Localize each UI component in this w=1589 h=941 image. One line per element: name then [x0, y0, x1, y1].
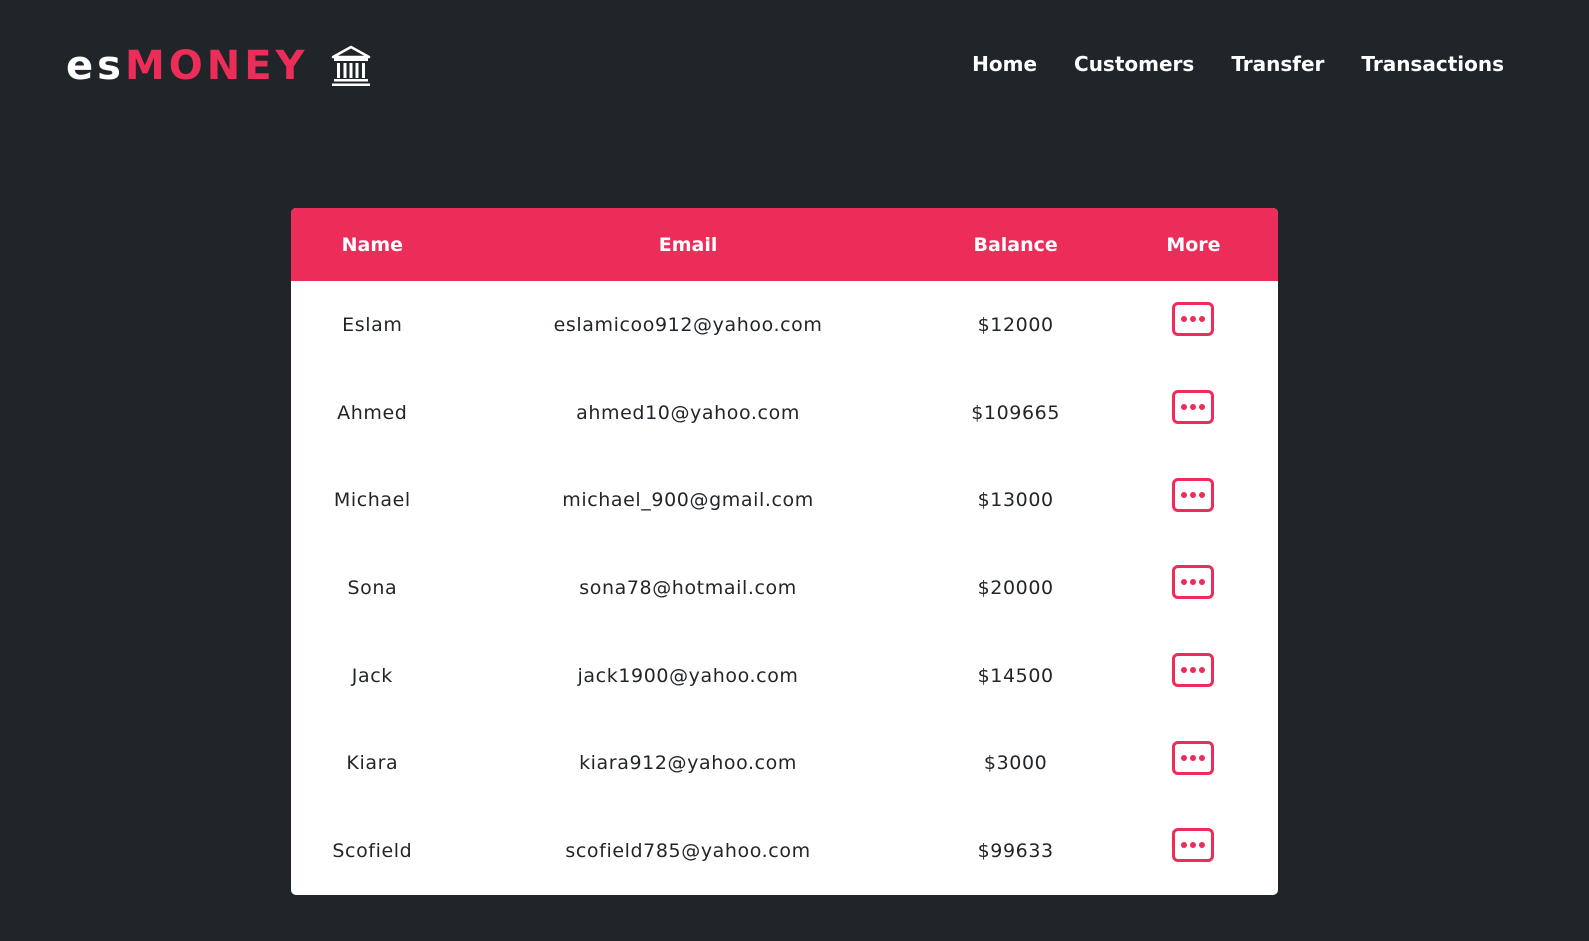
customer-email: scofield785@yahoo.com: [565, 839, 811, 862]
customer-name: Eslam: [342, 313, 403, 336]
column-header-name: Name: [341, 233, 404, 256]
more-button[interactable]: [1172, 740, 1215, 775]
customer-name: Michael: [333, 489, 411, 512]
customer-balance: $3000: [983, 752, 1048, 775]
customer-name: Jack: [351, 664, 393, 687]
more-dots-icon: [1175, 754, 1211, 761]
customer-balance: $20000: [977, 576, 1054, 599]
customer-name: Ahmed: [337, 401, 408, 424]
customer-email: eslamicoo912@yahoo.com: [553, 313, 823, 336]
table-row: Eslam eslamicoo912@yahoo.com $12000: [291, 281, 1278, 369]
more-button[interactable]: [1172, 302, 1215, 337]
more-cell: [1109, 807, 1278, 895]
table-row: Kiara kiara912@yahoo.com $3000: [291, 719, 1278, 807]
nav-transfer[interactable]: Transfer: [1231, 52, 1324, 76]
brand-prefix: es: [66, 43, 125, 89]
site-header: es MONEY Home Customers Transfer Transact…: [0, 0, 1589, 135]
more-dots-icon: [1175, 842, 1211, 849]
bank-icon: [331, 45, 370, 86]
brand-name: MONEY: [124, 43, 309, 89]
more-dots-icon: [1175, 579, 1211, 586]
customer-name: Kiara: [346, 752, 399, 775]
customer-balance: $12000: [977, 313, 1054, 336]
customer-email: jack1900@yahoo.com: [577, 664, 799, 687]
more-cell: [1109, 456, 1278, 544]
table-row: Sona sona78@hotmail.com $20000: [291, 544, 1278, 632]
customer-email: michael_900@gmail.com: [562, 489, 814, 512]
more-cell: [1109, 281, 1278, 369]
more-cell: [1109, 369, 1278, 457]
more-button[interactable]: [1172, 565, 1215, 600]
customer-balance: $13000: [977, 489, 1054, 512]
more-dots-icon: [1175, 667, 1211, 674]
more-button[interactable]: [1172, 390, 1215, 425]
customer-balance: $14500: [977, 664, 1054, 687]
more-cell: [1109, 544, 1278, 632]
customers-table: Name Email Balance More Eslam eslamicoo9…: [291, 208, 1278, 895]
column-header-balance: Balance: [973, 233, 1058, 256]
more-button[interactable]: [1172, 477, 1215, 512]
more-dots-icon: [1175, 491, 1211, 498]
customer-name: Scofield: [332, 839, 413, 862]
column-header-email: Email: [658, 233, 718, 256]
customer-email: sona78@hotmail.com: [579, 576, 797, 599]
main-nav: Home Customers Transfer Transactions: [972, 52, 1504, 76]
table-row: Jack jack1900@yahoo.com $14500: [291, 632, 1278, 720]
brand-logo[interactable]: es MONEY: [66, 43, 371, 89]
customer-name: Sona: [347, 576, 398, 599]
table-row: Ahmed ahmed10@yahoo.com $109665: [291, 369, 1278, 457]
table-row: Scofield scofield785@yahoo.com $99633: [291, 807, 1278, 895]
table-header-row: Name Email Balance More: [291, 208, 1278, 281]
nav-home[interactable]: Home: [972, 52, 1037, 76]
customers-table-card: Name Email Balance More Eslam eslamicoo9…: [291, 208, 1278, 895]
nav-customers[interactable]: Customers: [1074, 52, 1194, 76]
more-dots-icon: [1175, 404, 1211, 411]
column-header-more: More: [1166, 233, 1221, 256]
customer-email: kiara912@yahoo.com: [579, 752, 797, 775]
table-row: Michael michael_900@gmail.com $13000: [291, 456, 1278, 544]
customer-balance: $109665: [971, 401, 1061, 424]
more-cell: [1109, 632, 1278, 720]
nav-transactions[interactable]: Transactions: [1361, 52, 1504, 76]
customer-email: ahmed10@yahoo.com: [576, 401, 800, 424]
customer-balance: $99633: [977, 839, 1054, 862]
more-cell: [1109, 719, 1278, 807]
more-button[interactable]: [1172, 653, 1215, 688]
more-dots-icon: [1175, 316, 1211, 323]
more-button[interactable]: [1172, 828, 1215, 863]
